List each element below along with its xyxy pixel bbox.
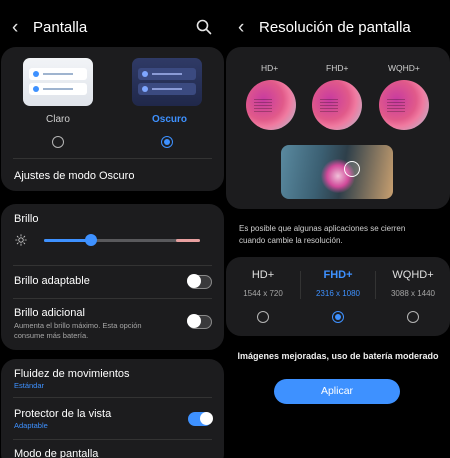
zoom-lens: [344, 161, 360, 177]
header: ‹ Resolución de pantalla: [226, 17, 450, 41]
slider-hint: [176, 239, 200, 242]
resolution-panel: ‹ Resolución de pantalla HD+ FHD+ WQHD+ …: [226, 0, 450, 458]
option-radio[interactable]: [257, 311, 269, 323]
back-arrow-icon[interactable]: ‹: [238, 17, 244, 39]
apply-button[interactable]: Aplicar: [274, 379, 400, 404]
extra-brightness-toggle[interactable]: [187, 314, 212, 329]
resolution-summary: Imágenes mejoradas, uso de batería moder…: [237, 351, 439, 361]
option-hd[interactable]: HD+ 1544 x 720: [226, 257, 300, 336]
slider-thumb[interactable]: [84, 234, 97, 246]
header: ‹ Pantalla: [0, 17, 225, 41]
preview-line: [43, 73, 73, 75]
preview-label-fhd: FHD+: [326, 63, 349, 73]
option-name: WQHD+: [392, 269, 434, 281]
preview-line: [152, 73, 182, 75]
brightness-slider[interactable]: [44, 234, 200, 246]
option-resolution: 3088 x 1440: [390, 289, 436, 298]
resolution-preview-card: HD+ FHD+ WQHD+: [226, 47, 450, 209]
display-settings-panel: ‹ Pantalla Claro Oscuro Ajustes de modo …: [0, 0, 225, 458]
visual-options-card: Fluidez de movimientos Estándar Protecto…: [1, 359, 224, 458]
hd-preview-thumbnail: [246, 80, 296, 130]
screen-mode-label[interactable]: Modo de pantalla: [14, 448, 98, 458]
option-resolution: 2316 x 1080: [315, 289, 361, 298]
divider: [13, 158, 212, 159]
search-icon[interactable]: [195, 18, 213, 36]
wallpaper-preview: [281, 145, 393, 199]
toggle-knob: [200, 412, 213, 425]
light-theme-preview[interactable]: [23, 58, 93, 106]
dark-mode-settings-item[interactable]: Ajustes de modo Oscuro: [14, 170, 134, 182]
fhd-preview-thumbnail: [312, 80, 362, 130]
divider: [13, 298, 212, 299]
extra-brightness-description: consume más batería.: [14, 331, 89, 340]
dark-theme-label: Oscuro: [152, 114, 188, 125]
option-wqhd[interactable]: WQHD+ 3088 x 1440: [376, 257, 450, 336]
option-resolution: 1544 x 720: [243, 289, 283, 298]
option-radio[interactable]: [332, 311, 344, 323]
theme-card: Claro Oscuro Ajustes de modo Oscuro: [1, 47, 224, 191]
divider: [13, 439, 212, 440]
restart-warning: cuando cambie la resolución.: [239, 236, 343, 245]
preview-label-hd: HD+: [261, 63, 279, 73]
extra-brightness-label: Brillo adicional: [14, 307, 85, 319]
option-name: FHD+: [323, 269, 353, 281]
preview-dot: [33, 71, 39, 77]
toggle-knob: [187, 314, 201, 328]
preview-line: [43, 88, 73, 90]
preview-line: [152, 88, 182, 90]
motion-smoothness-value: Estándar: [14, 381, 45, 390]
page-title: Pantalla: [33, 19, 88, 36]
adaptive-brightness-label: Brillo adaptable: [14, 275, 90, 287]
dark-theme-radio[interactable]: [161, 136, 173, 148]
option-name: HD+: [251, 269, 275, 281]
back-arrow-icon[interactable]: ‹: [12, 17, 18, 39]
preview-label-wqhd: WQHD+: [388, 63, 420, 73]
toggle-knob: [187, 274, 201, 288]
wqhd-preview-thumbnail: [379, 80, 429, 130]
eye-comfort-toggle[interactable]: [188, 412, 213, 426]
motion-smoothness-label[interactable]: Fluidez de movimientos: [14, 368, 130, 380]
eye-comfort-label[interactable]: Protector de la vista: [14, 408, 111, 420]
divider: [13, 397, 212, 398]
resolution-options-card: HD+ 1544 x 720 FHD+ 2316 x 1080 WQHD+ 30…: [226, 257, 450, 336]
slider-fill: [44, 239, 91, 242]
preview-dot: [142, 86, 148, 92]
dark-theme-preview[interactable]: [132, 58, 202, 106]
sun-icon: [15, 234, 27, 246]
extra-brightness-description: Aumenta el brillo máximo. Esta opción: [14, 321, 142, 330]
eye-comfort-value: Adaptable: [14, 421, 48, 430]
option-radio[interactable]: [407, 311, 419, 323]
preview-dot: [33, 86, 39, 92]
brightness-card: Brillo Brillo adaptable Brillo adicional…: [1, 204, 224, 350]
restart-warning: Es posible que algunas aplicaciones se c…: [239, 224, 406, 233]
page-title: Resolución de pantalla: [259, 19, 411, 36]
light-theme-label: Claro: [46, 114, 70, 125]
brightness-label: Brillo: [14, 213, 39, 225]
adaptive-brightness-toggle[interactable]: [187, 274, 212, 289]
option-fhd[interactable]: FHD+ 2316 x 1080: [301, 257, 375, 336]
divider: [13, 265, 212, 266]
light-theme-radio[interactable]: [52, 136, 64, 148]
preview-dot: [142, 71, 148, 77]
